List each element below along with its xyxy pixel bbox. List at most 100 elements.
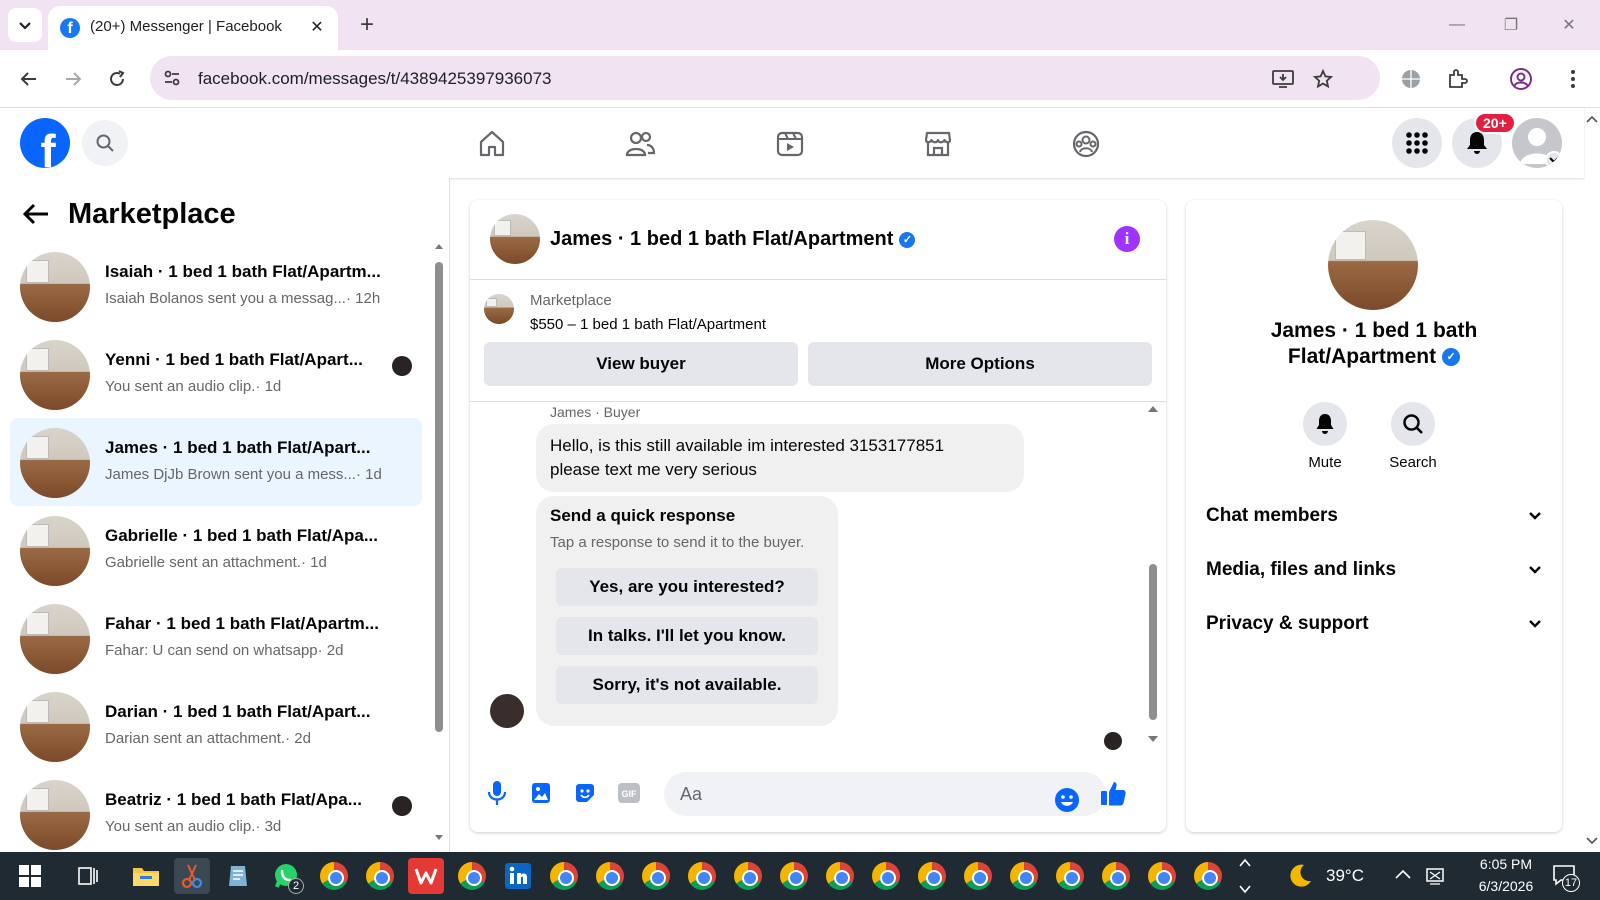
chat-avatar[interactable] <box>490 214 540 264</box>
address-bar[interactable]: facebook.com/messages/t/4389425397936073 <box>150 56 1380 100</box>
chrome-profile-icon[interactable] <box>960 858 996 894</box>
weather-moon-icon[interactable] <box>1286 862 1314 890</box>
clock-date[interactable]: 6/3/2026 <box>1466 878 1546 894</box>
task-view-icon[interactable] <box>70 858 106 894</box>
chrome-profile-icon[interactable] <box>776 858 812 894</box>
incoming-message[interactable]: Hello, is this still available im intere… <box>536 424 1024 492</box>
menu-grid-button[interactable] <box>1392 118 1442 168</box>
sidebar-scrollbar[interactable] <box>434 242 444 842</box>
like-thumbs-up-icon[interactable] <box>1098 778 1128 808</box>
account-avatar[interactable] <box>1512 118 1562 168</box>
facebook-search-button[interactable] <box>82 120 128 166</box>
quick-reply-button[interactable]: Yes, are you interested? <box>556 568 818 606</box>
friends-nav-button[interactable] <box>620 124 660 164</box>
account-caret-icon[interactable] <box>1545 151 1562 168</box>
media-files-links-section[interactable]: Media, files and links <box>1206 550 1542 590</box>
marketplace-nav-button[interactable] <box>918 124 958 164</box>
new-tab-button[interactable]: + <box>352 10 382 40</box>
view-buyer-button[interactable]: View buyer <box>484 342 798 386</box>
back-button[interactable] <box>12 62 46 96</box>
privacy-support-section[interactable]: Privacy & support <box>1206 604 1542 644</box>
url-text[interactable]: facebook.com/messages/t/4389425397936073 <box>198 69 551 89</box>
scroll-up-icon[interactable] <box>434 242 444 250</box>
listing-thumbnail[interactable] <box>484 294 514 324</box>
emoji-icon[interactable] <box>1052 785 1082 815</box>
restore-icon[interactable]: ❐ <box>1496 12 1526 38</box>
whatsapp-icon[interactable]: 2 <box>268 858 304 894</box>
home-nav-button[interactable] <box>472 124 512 164</box>
bookmark-star-icon[interactable] <box>1310 66 1336 92</box>
site-info-icon[interactable] <box>162 68 182 88</box>
chrome-profile-icon[interactable] <box>1006 858 1042 894</box>
chrome-profile-icon[interactable] <box>638 858 674 894</box>
tray-chevron-icon[interactable] <box>1394 868 1412 880</box>
browser-menu-icon[interactable] <box>1560 66 1586 92</box>
chrome-profile-icon[interactable] <box>592 858 628 894</box>
conversation-item[interactable]: Yenni · 1 bed 1 bath Flat/Apart... You se… <box>10 330 422 418</box>
wps-office-icon[interactable] <box>408 858 444 894</box>
video-nav-button[interactable] <box>770 124 810 164</box>
photo-icon[interactable] <box>526 778 556 808</box>
install-app-icon[interactable] <box>1270 66 1296 92</box>
chrome-profile-icon[interactable] <box>730 858 766 894</box>
scroll-down-icon[interactable] <box>434 834 444 842</box>
quick-reply-button[interactable]: Sorry, it's not available. <box>556 666 818 704</box>
gaming-nav-button[interactable] <box>1066 124 1106 164</box>
buyer-avatar[interactable] <box>490 694 524 728</box>
file-explorer-icon[interactable] <box>128 858 164 894</box>
chat-members-section[interactable]: Chat members <box>1206 496 1542 536</box>
microphone-icon[interactable] <box>482 778 512 808</box>
chat-title[interactable]: James · 1 bed 1 bath Flat/Apartment ✓ <box>550 228 916 251</box>
chrome-profile-icon[interactable] <box>1144 858 1180 894</box>
mute-action[interactable]: Mute <box>1280 402 1370 471</box>
more-options-button[interactable]: More Options <box>808 342 1152 386</box>
notification-center-icon[interactable]: 17 <box>1552 864 1580 892</box>
browser-profile-icon[interactable] <box>1508 66 1534 92</box>
back-arrow-icon[interactable] <box>22 202 50 226</box>
gif-icon[interactable]: GIF <box>614 778 644 808</box>
chrome-profile-icon[interactable] <box>868 858 904 894</box>
chrome-profile-icon[interactable] <box>914 858 950 894</box>
scroll-up-icon[interactable] <box>1584 114 1600 124</box>
chat-scroll-thumb[interactable] <box>1149 564 1157 720</box>
chrome-profile-icon[interactable] <box>1098 858 1134 894</box>
conversation-item[interactable]: Gabrielle · 1 bed 1 bath Flat/Apa... Gabr… <box>10 506 422 594</box>
scroll-down-icon[interactable] <box>1584 836 1600 846</box>
notes-app-icon[interactable] <box>220 858 256 894</box>
listing-title[interactable]: $550 – 1 bed 1 bath Flat/Apartment <box>530 316 766 333</box>
conversation-item[interactable]: Isaiah · 1 bed 1 bath Flat/Apartm... Isai… <box>10 242 422 330</box>
browser-tab[interactable]: f (20+) Messenger | Facebook ✕ <box>48 6 338 50</box>
conversation-item[interactable]: Darian · 1 bed 1 bath Flat/Apart... Daria… <box>10 682 422 770</box>
chrome-profile-icon[interactable] <box>362 858 398 894</box>
conversation-item[interactable]: Fahar · 1 bed 1 bath Flat/Apartm... Fahar… <box>10 594 422 682</box>
close-window-icon[interactable]: ✕ <box>1554 12 1584 38</box>
temperature[interactable]: 39°C <box>1326 866 1364 886</box>
snipping-tool-icon[interactable] <box>174 858 210 894</box>
chrome-profile-icon[interactable] <box>684 858 720 894</box>
page-scrollbar[interactable] <box>1584 108 1600 852</box>
tab-search-button[interactable] <box>8 8 42 42</box>
windows-start-icon[interactable] <box>12 858 48 894</box>
linkedin-icon[interactable] <box>500 858 536 894</box>
vpn-extension-icon[interactable] <box>1398 66 1424 92</box>
chrome-profile-icon[interactable] <box>546 858 582 894</box>
sidebar-scroll-thumb[interactable] <box>435 262 443 732</box>
close-tab-icon[interactable]: ✕ <box>306 16 328 38</box>
facebook-logo-icon[interactable]: f <box>20 118 70 168</box>
chrome-profile-icon[interactable] <box>1190 858 1226 894</box>
search-icon[interactable] <box>1391 402 1435 446</box>
mute-bell-icon[interactable] <box>1303 402 1347 446</box>
scroll-down-icon[interactable] <box>1146 734 1160 744</box>
reload-button[interactable] <box>100 62 134 96</box>
search-action[interactable]: Search <box>1368 402 1458 471</box>
conversation-info-icon[interactable]: i <box>1114 226 1140 252</box>
extensions-puzzle-icon[interactable] <box>1444 66 1470 92</box>
chat-scrollbar[interactable] <box>1146 404 1160 744</box>
conversation-item[interactable]: James · 1 bed 1 bath Flat/Apart... James … <box>10 418 422 506</box>
chrome-icon[interactable] <box>316 858 352 894</box>
message-input[interactable]: Aa <box>664 772 1106 816</box>
taskbar-scroll[interactable] <box>1238 856 1252 896</box>
chrome-profile-icon[interactable] <box>822 858 858 894</box>
forward-button[interactable] <box>56 62 90 96</box>
quick-reply-button[interactable]: In talks. I'll let you know. <box>556 617 818 655</box>
